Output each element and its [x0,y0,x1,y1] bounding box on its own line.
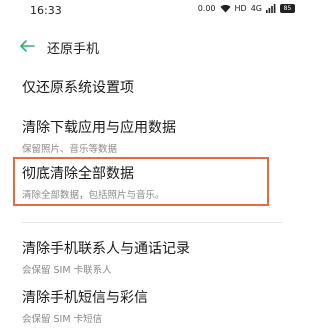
hd-text: HD [234,4,247,13]
option-subtitle: 会保留 SIM 卡短信 [22,314,103,325]
status-icons: 0.00 HD 4G 85 [198,4,295,13]
option-erase-all-data[interactable]: 彻底清除全部数据 清除全部数据，包括照片与音乐。 [22,163,165,201]
back-arrow-icon[interactable] [18,38,36,54]
option-subtitle: 清除全部数据，包括照片与音乐。 [22,190,165,201]
net-speed-text: 0.00 [197,4,216,13]
option-clear-messages[interactable]: 清除手机短信与彩信 会保留 SIM 卡短信 [22,287,148,325]
option-title: 彻底清除全部数据 [22,166,134,182]
option-subtitle: 保留照片、音乐等数据 [22,144,118,155]
option-clear-contacts-call-logs[interactable]: 清除手机联系人与通话记录 会保留 SIM 卡联系人 [22,238,190,276]
section-divider [22,222,282,223]
signal-icon [266,4,276,13]
option-title: 清除手机短信与彩信 [22,290,148,306]
option-title: 清除手机联系人与通话记录 [22,241,190,257]
option-clear-downloaded-apps[interactable]: 清除下载应用与应用数据 保留照片、音乐等数据 [22,117,176,155]
option-subtitle: 会保留 SIM 卡联系人 [22,265,112,276]
status-bar: 16:33 0.00 HD 4G 85 [0,0,305,24]
network-type-text: 4G [250,4,262,13]
wifi-icon [220,4,231,13]
option-restore-system-settings[interactable]: 仅还原系统设置项 [22,77,134,97]
app-bar: 还原手机 [0,34,305,60]
status-time: 16:33 [30,4,62,17]
battery-icon: 85 [280,4,295,13]
page-title: 还原手机 [47,42,100,57]
option-title: 仅还原系统设置项 [22,80,134,96]
option-title: 清除下载应用与应用数据 [22,120,176,136]
